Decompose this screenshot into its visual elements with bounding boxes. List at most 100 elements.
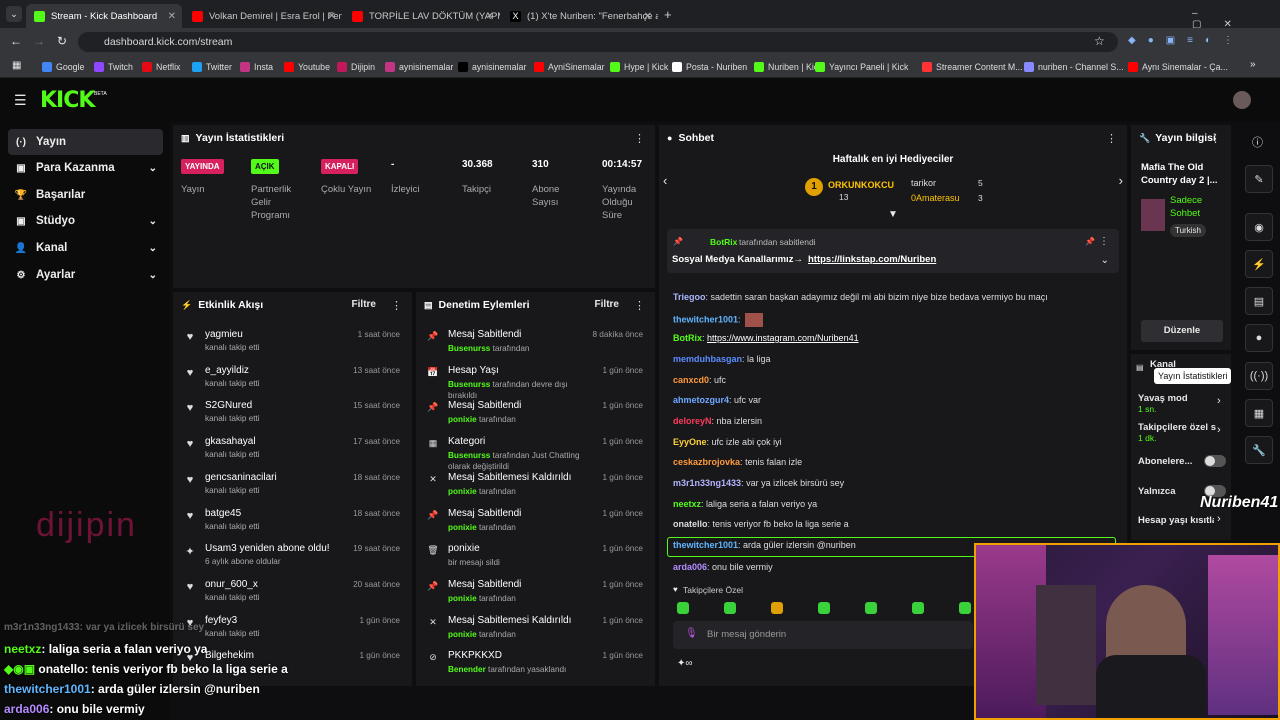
emote-icon[interactable] — [724, 602, 736, 614]
bookmark-item[interactable]: nuriben - Channel S... — [1024, 60, 1124, 74]
bookmark-item[interactable]: AyniSinemalar — [534, 60, 605, 74]
more-options-icon[interactable]: ⋮ — [391, 299, 402, 312]
chat-input[interactable]: 🎙 Bir mesaj gönderin — [673, 621, 973, 649]
chat-username[interactable]: neetxz — [673, 499, 701, 509]
bookmark-item[interactable]: Aynı Sinemalar - Ça... — [1128, 60, 1228, 74]
activity-row[interactable]: ♥ batge45 kanalı takip etti 18 saat önce — [173, 506, 412, 542]
nav-item-kanal[interactable]: 👤 Kanal ⌄ — [8, 235, 163, 261]
bookmark-item[interactable]: Yayıncı Paneli | Kick — [815, 60, 908, 74]
info-icon[interactable]: ⓘ — [1252, 134, 1263, 150]
chevron-right-icon[interactable]: › — [1217, 424, 1221, 436]
stack-icon[interactable]: ▦ — [1245, 399, 1273, 427]
tab-youtube-1[interactable]: Volkan Demirel | Esra Erol | Fen ✕ — [184, 4, 342, 28]
bookmark-item[interactable]: Dijipin — [337, 60, 375, 74]
chat-username[interactable]: EyyOne — [673, 437, 707, 447]
url-input[interactable]: dashboard.kick.com/stream — [78, 32, 1118, 52]
forward-icon[interactable]: → — [33, 34, 45, 48]
document-icon[interactable]: ▤ — [1245, 287, 1273, 315]
chevron-down-icon[interactable]: ⌄ — [1101, 255, 1109, 266]
chat-message[interactable]: onatello: tenis veriyor fb beko la liga … — [673, 519, 849, 529]
chat-message[interactable]: BotRix: https://www.instagram.com/Nuribe… — [673, 333, 859, 343]
chat-username[interactable]: ahmetozgur4 — [673, 395, 729, 405]
more-options-icon[interactable]: ⋮ — [1099, 236, 1109, 247]
more-options-icon[interactable]: ⋮ — [1210, 132, 1221, 145]
moderation-row[interactable]: 📌 Mesaj Sabitlendi ponixie tarafından 1 gün… — [416, 398, 655, 434]
chat-message[interactable]: canxcd0: ufc — [673, 375, 726, 385]
mic-icon[interactable]: 🎙 — [685, 628, 698, 639]
chat-username[interactable]: deloreyN — [673, 416, 712, 426]
chat-message[interactable]: neetxz: laliga seria a falan veriyo ya — [673, 499, 817, 509]
activity-row[interactable]: ♥ feyfey3 kanalı takip etti 1 gün önce — [173, 613, 412, 649]
nav-item-studyo[interactable]: ▣ Stüdyo ⌄ — [8, 208, 163, 234]
bookmark-item[interactable]: Netflix — [142, 60, 180, 74]
chat-message[interactable]: thewitcher1001: — [673, 313, 764, 327]
chevron-left-icon[interactable]: ‹ — [663, 173, 667, 188]
emote-icon[interactable] — [865, 602, 877, 614]
activity-row[interactable]: ♥ S2GNured kanalı takip etti 15 saat önce — [173, 398, 412, 434]
chat-message[interactable]: ahmetozgur4: ufc var — [673, 395, 761, 405]
moderation-row[interactable]: 📌 Mesaj Sabitlendi Busenurss tarafından 8 d… — [416, 327, 655, 363]
tab-x[interactable]: X (1) X'te Nuriben: "Fenerbahçe a ✕ — [502, 4, 658, 28]
filter-icon[interactable]: ▼ — [888, 209, 898, 220]
moderation-row[interactable]: 📅 Hesap Yaşı Busenurss tarafından devre dı… — [416, 363, 655, 400]
bookmark-item[interactable]: Insta — [240, 60, 273, 74]
nav-item-ayarlar[interactable]: ⚙ Ayarlar ⌄ — [8, 262, 163, 288]
emote-picker-icon[interactable]: ✦∞ — [677, 658, 693, 669]
emote-icon[interactable] — [771, 602, 783, 614]
chat-username[interactable]: Triegoo — [673, 292, 706, 302]
activity-filter-button[interactable]: Filtre — [352, 299, 376, 310]
chat-username[interactable]: onatello — [673, 519, 708, 529]
reload-icon[interactable]: ↻ — [57, 34, 67, 48]
chevron-right-icon[interactable]: › — [1119, 173, 1123, 188]
camera-icon[interactable]: ◉ — [1245, 213, 1273, 241]
moderation-row[interactable]: ▦ Kategori Busenurss tarafından Just Chatt… — [416, 434, 655, 471]
activity-row[interactable]: ♥ gencsaninacilari kanalı takip etti 18 saa… — [173, 470, 412, 506]
bookmark-item[interactable]: Google — [42, 60, 84, 74]
unpin-icon[interactable]: 📌 — [1085, 237, 1095, 246]
bookmark-item[interactable]: Posta - Nuriben — [672, 60, 747, 74]
bookmark-item[interactable]: Streamer Content M... — [922, 60, 1023, 74]
bookmark-star-icon[interactable]: ☆ — [1094, 34, 1105, 48]
more-options-icon[interactable]: ⋮ — [634, 299, 645, 312]
apps-icon[interactable]: ▦ — [12, 60, 21, 71]
chat-message[interactable]: Triegoo: sadettin saran başkan adayımız … — [673, 292, 1048, 302]
extension-icons[interactable]: ◆●▣≡◐⋮ — [1128, 35, 1245, 46]
bookmark-item[interactable]: Hype | Kick — [610, 60, 668, 74]
activity-row[interactable]: ✦ Usam3 yeniden abone oldu! 6 aylık abone … — [173, 541, 412, 577]
moderation-filter-button[interactable]: Filtre — [595, 299, 619, 310]
moderation-row[interactable]: ✕ Mesaj Sabitlemesi Kaldırıldı ponixie tar… — [416, 470, 655, 506]
chat-username[interactable]: memduhbasgan — [673, 354, 742, 364]
activity-row[interactable]: ♥ gkasahayal kanalı takip etti 17 saat önce — [173, 434, 412, 470]
emote-icon[interactable] — [818, 602, 830, 614]
emote-icon[interactable] — [959, 602, 971, 614]
emote-icon[interactable] — [912, 602, 924, 614]
bookmark-item[interactable]: Twitch — [94, 60, 133, 74]
edit-icon[interactable]: ✎ — [1245, 165, 1273, 193]
category-image[interactable] — [1141, 199, 1165, 231]
chevron-right-icon[interactable]: › — [1217, 513, 1221, 525]
broadcast-icon[interactable]: ((·)) — [1245, 362, 1273, 390]
bookmark-item[interactable]: Nuriben | Kick — [754, 60, 823, 74]
wrench-icon[interactable]: 🔧 — [1245, 436, 1273, 464]
edit-button[interactable]: Düzenle — [1141, 320, 1223, 342]
chat-message[interactable]: m3r1n33ng1433: var ya izlicek birsürü se… — [673, 478, 844, 488]
more-options-icon[interactable]: ⋮ — [1106, 132, 1117, 145]
moderation-row[interactable]: 📌 Mesaj Sabitlendi ponixie tarafından 1 gün… — [416, 577, 655, 613]
window-controls[interactable]: –▢✕ — [1192, 8, 1280, 30]
chat-message[interactable]: EyyOne: ufc izle abi çok iyi — [673, 437, 782, 447]
moderation-row[interactable]: ✕ Mesaj Sabitlemesi Kaldırıldı ponixie tar… — [416, 613, 655, 649]
bookmark-item[interactable]: Twitter — [192, 60, 232, 74]
chat-message[interactable]: memduhbasgan: la liga — [673, 354, 771, 364]
kick-logo[interactable]: KICK — [40, 88, 95, 113]
chat-username[interactable]: ceskazbrojovka — [673, 457, 740, 467]
moderation-row[interactable]: 🗑 ponixie bir mesajı sildi 1 gün önce — [416, 541, 655, 577]
lightning-icon[interactable]: ⚡ — [1245, 250, 1273, 278]
emote-icon[interactable] — [677, 602, 689, 614]
chat-bubble-icon[interactable]: ● — [1245, 324, 1273, 352]
bookmark-item[interactable]: Youtube — [284, 60, 330, 74]
chat-message[interactable]: arda006: onu bile vermiy — [673, 562, 773, 572]
chat-username[interactable]: thewitcher1001 — [673, 540, 738, 550]
bookmark-item[interactable]: aynisinemalar — [385, 60, 453, 74]
nav-item-para-kazanma[interactable]: ▣ Para Kazanma ⌄ — [8, 155, 163, 181]
chat-username[interactable]: arda006 — [673, 562, 707, 572]
